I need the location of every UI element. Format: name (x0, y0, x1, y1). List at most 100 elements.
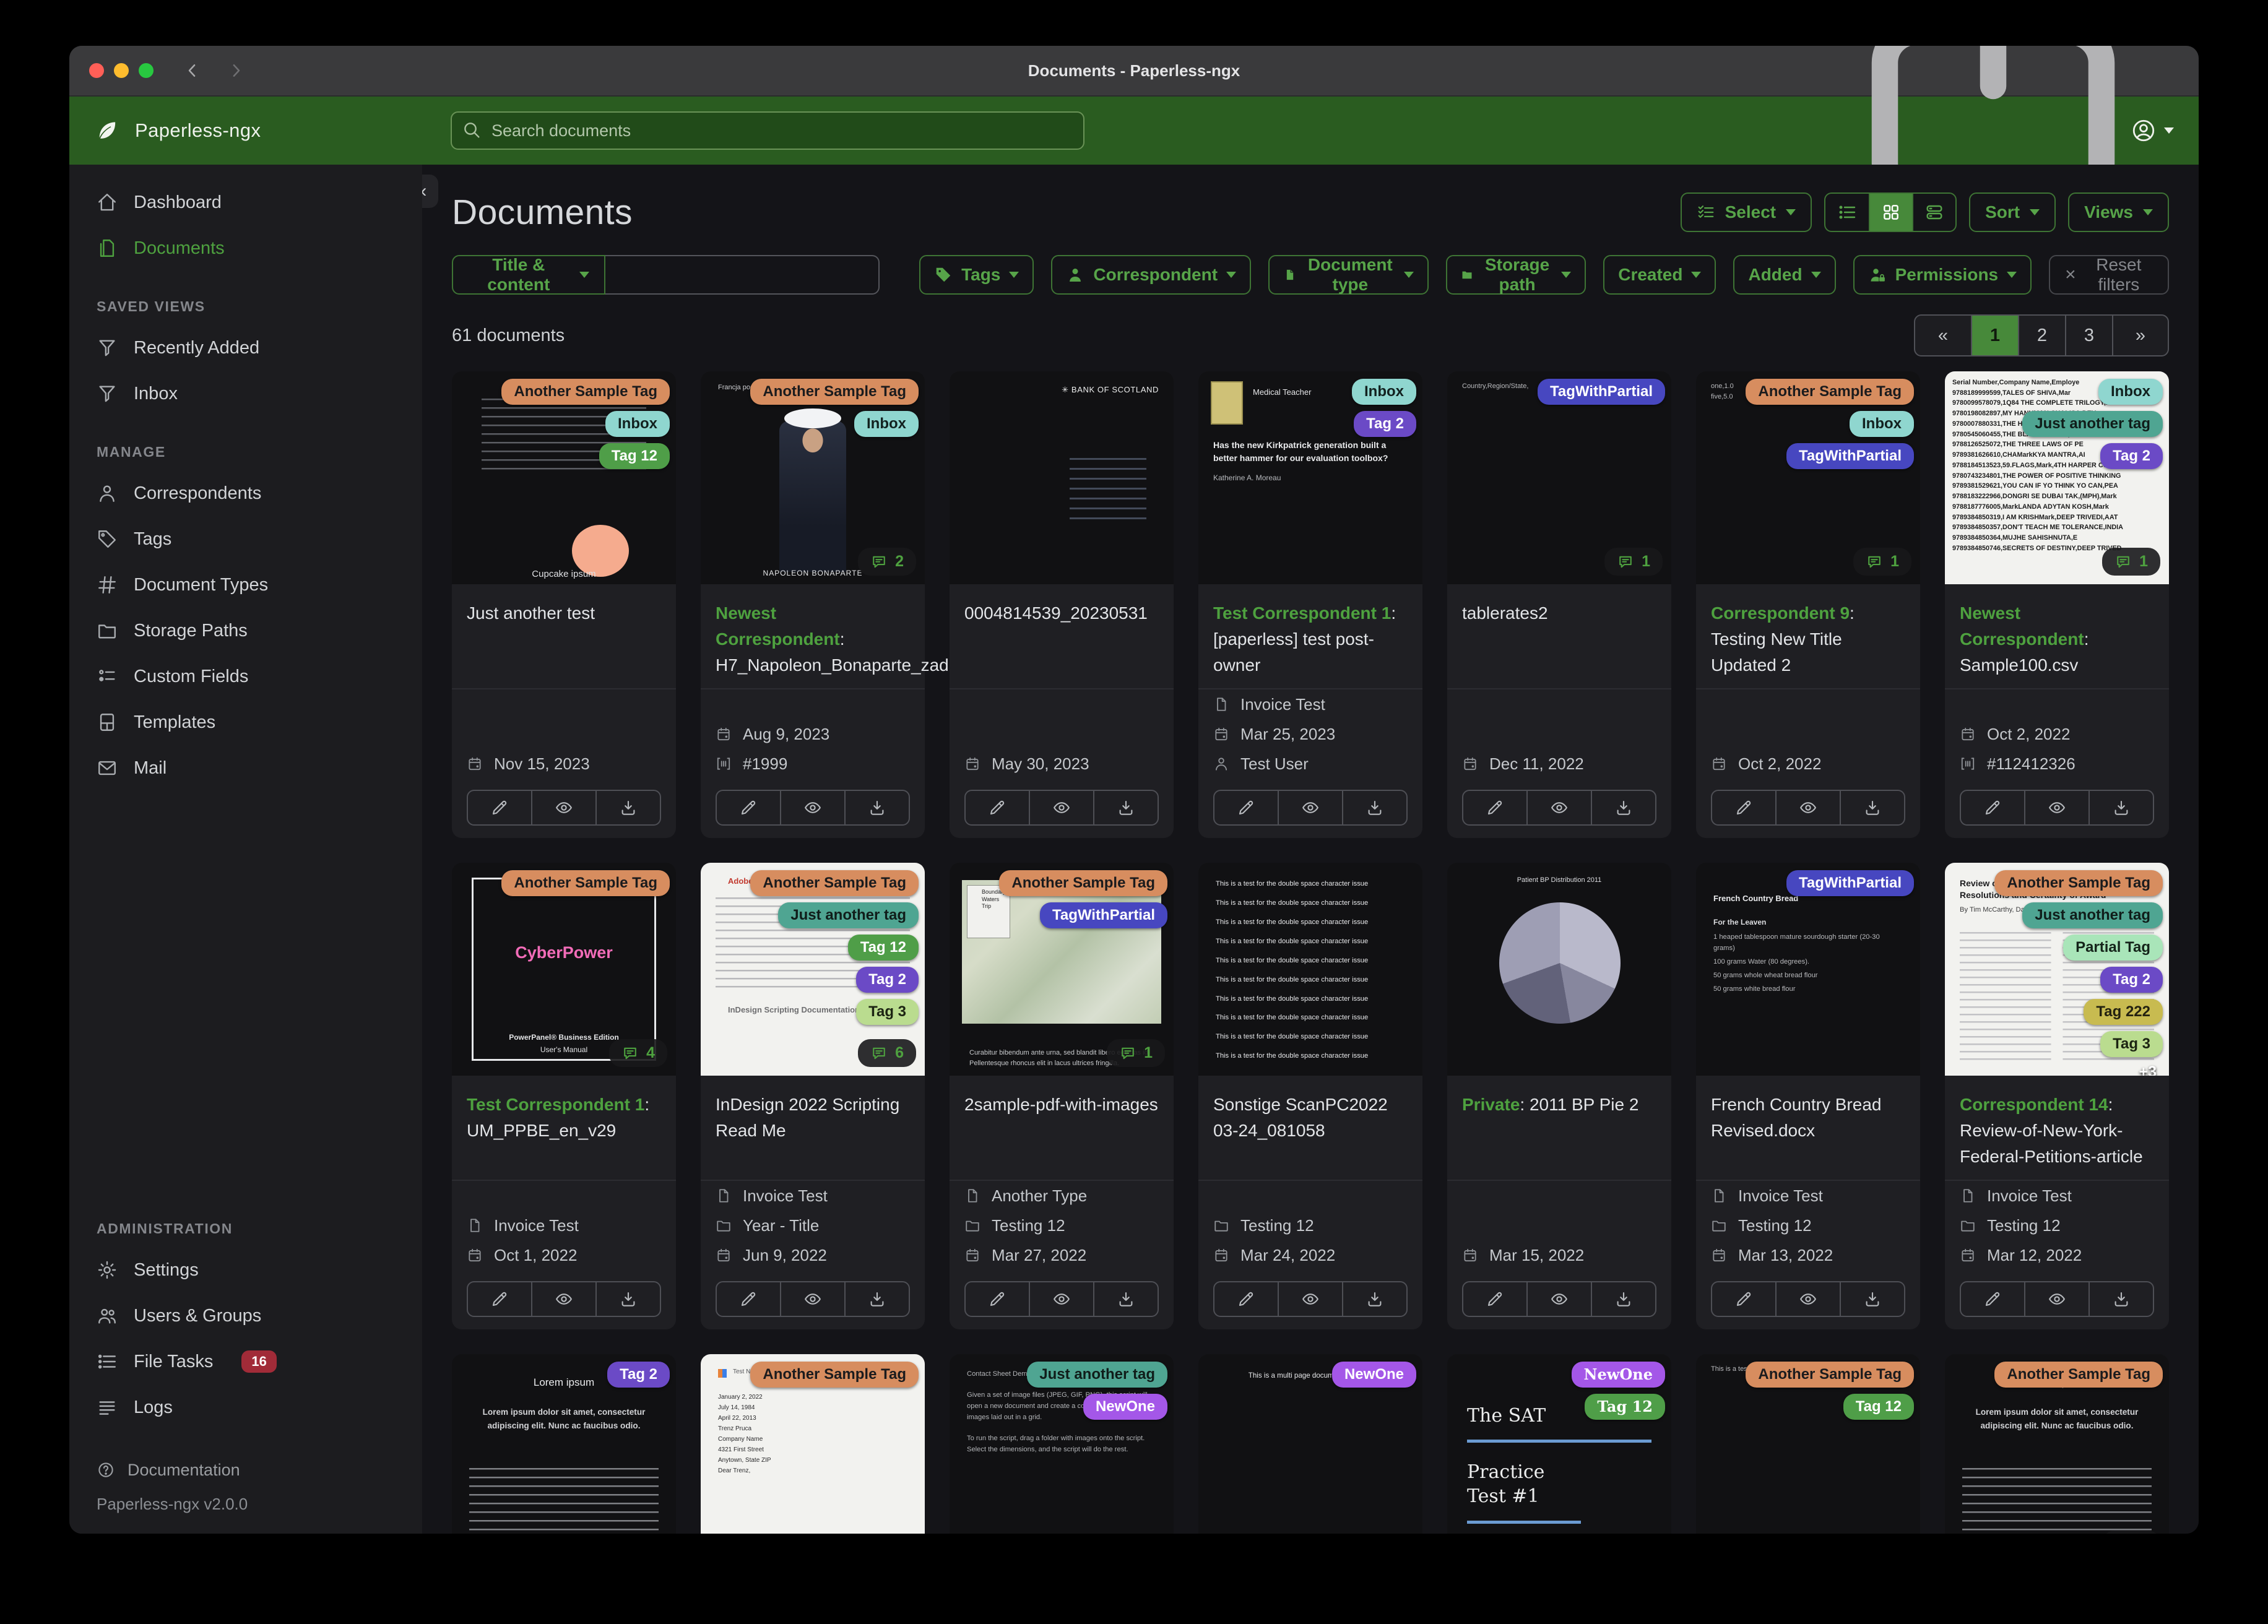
tag-badge[interactable]: Tag 2 (2100, 443, 2163, 469)
tag-badge[interactable]: Partial Tag (2063, 935, 2163, 961)
filter-added-button[interactable]: Added (1733, 255, 1836, 295)
tag-badge[interactable]: Inbox (2098, 379, 2163, 405)
tag-badge[interactable]: Just another tag (2022, 902, 2163, 928)
edit-button[interactable] (717, 1282, 780, 1316)
edit-button[interactable] (468, 791, 531, 824)
view-button[interactable] (1029, 791, 1093, 824)
sidebar-item-documents[interactable]: Documents (69, 225, 422, 271)
document-thumbnail[interactable]: Country,Region/State, TagWithPartial 1 (1447, 371, 1671, 584)
document-thumbnail[interactable]: Serial Number,Company Name,Employe 978818… (1945, 371, 2169, 584)
sidebar-item-inbox[interactable]: Inbox (69, 371, 422, 417)
tag-badge[interactable]: TagWithPartial (1786, 443, 1914, 469)
zoom-button[interactable] (139, 63, 154, 78)
tag-badge[interactable]: Another Sample Tag (1994, 870, 2163, 896)
tag-badge[interactable]: Tag 3 (2100, 1031, 2163, 1057)
tag-badge[interactable]: Another Sample Tag (501, 379, 670, 405)
pagination-page-3[interactable]: 3 (2065, 316, 2112, 355)
edit-button[interactable] (966, 1282, 1029, 1316)
comment-count-badge[interactable]: 1 (1853, 548, 1911, 576)
document-correspondent[interactable]: Private (1462, 1095, 1520, 1114)
forward-icon[interactable] (227, 61, 245, 80)
tag-badge[interactable]: Another Sample Tag (501, 870, 670, 896)
view-button[interactable] (2024, 791, 2088, 824)
document-thumbnail[interactable]: French Country Bread For the Leaven 1 heap… (1696, 863, 1920, 1076)
search-input[interactable] (451, 111, 1084, 150)
edit-button[interactable] (468, 1282, 531, 1316)
view-button[interactable] (780, 1282, 844, 1316)
download-button[interactable] (595, 791, 660, 824)
filter-tags-button[interactable]: Tags (919, 255, 1034, 295)
document-thumbnail[interactable]: Patient BP Distribution 2011 (1447, 863, 1671, 1076)
edit-button[interactable] (1961, 791, 2024, 824)
document-thumbnail[interactable]: Boundary Waters Trip Curabitur bibendum a… (950, 863, 1174, 1076)
download-button[interactable] (844, 791, 909, 824)
tag-badge[interactable]: Tag 2 (607, 1362, 670, 1388)
sidebar-item-document-types[interactable]: Document Types (69, 562, 422, 608)
tag-badge[interactable]: Tag 3 (856, 999, 919, 1025)
sidebar-item-settings[interactable]: Settings (69, 1247, 422, 1293)
download-button[interactable] (844, 1282, 909, 1316)
document-thumbnail[interactable]: Contact Sheet Demo Given a set of image f… (950, 1354, 1174, 1534)
grid-view-button[interactable] (1869, 194, 1913, 231)
close-button[interactable] (89, 63, 104, 78)
tag-badge[interactable]: TagWithPartial (1786, 870, 1914, 896)
edit-button[interactable] (1214, 791, 1278, 824)
document-thumbnail[interactable]: Lorem ipsumLorem ipsum dolor sit amet, c… (1945, 1354, 2169, 1534)
document-correspondent[interactable]: Newest Correspondent (1960, 603, 2084, 649)
detail-view-button[interactable] (1912, 194, 1955, 231)
download-button[interactable] (1591, 1282, 1655, 1316)
tag-badge[interactable]: NewOne (1331, 1362, 1416, 1388)
download-button[interactable] (1840, 791, 1904, 824)
document-correspondent[interactable]: Test Correspondent 1 (467, 1095, 644, 1114)
sidebar-collapse-button[interactable]: « (422, 175, 438, 208)
tag-badge[interactable]: Tag 2 (1354, 411, 1416, 437)
sidebar-item-documentation[interactable]: Documentation (69, 1448, 422, 1492)
edit-button[interactable] (1712, 791, 1775, 824)
document-thumbnail[interactable]: This is a test... Another Sample Tag Tag 1… (1696, 1354, 1920, 1534)
sidebar-item-file-tasks[interactable]: File Tasks 16 (69, 1339, 422, 1384)
tag-badge[interactable]: Inbox (605, 411, 670, 437)
tag-badge[interactable]: Tag 2 (2100, 967, 2163, 993)
tag-badge[interactable]: NewOne (1571, 1362, 1665, 1388)
edit-button[interactable] (1463, 791, 1526, 824)
view-button[interactable] (1029, 1282, 1093, 1316)
tag-badge[interactable]: Tag 12 (1585, 1394, 1665, 1420)
tag-badge[interactable]: Inbox (1850, 411, 1914, 437)
tag-badge[interactable]: Inbox (1352, 379, 1416, 405)
tag-badge[interactable]: Tag 2 (856, 967, 919, 993)
sidebar-item-mail[interactable]: Mail (69, 745, 422, 791)
document-thumbnail[interactable]: The SATPractice Test #1Make time to take… (1447, 1354, 1671, 1534)
document-thumbnail[interactable]: Adobe InDesign 2022 Scripting Read MeInD… (701, 863, 925, 1076)
sidebar-item-storage-paths[interactable]: Storage Paths (69, 608, 422, 654)
tag-badge[interactable]: Another Sample Tag (999, 870, 1167, 896)
sidebar-item-users-groups[interactable]: Users & Groups (69, 1293, 422, 1339)
tag-badge[interactable]: Just another tag (778, 902, 919, 928)
document-thumbnail[interactable]: CyberPower PowerPanel® Business Edition Us… (452, 863, 676, 1076)
document-thumbnail[interactable]: Adobe Acrobat PDF FilesCupcake ipsumAnot… (452, 371, 676, 584)
comment-count-badge[interactable]: 1 (1604, 548, 1663, 576)
comment-count-badge[interactable]: 6 (858, 1039, 916, 1067)
document-thumbnail[interactable]: This is a multi page document. Page 1. Ne… (1198, 1354, 1422, 1534)
reset-filters-button[interactable]: × Reset filters (2049, 255, 2169, 295)
view-button[interactable] (780, 791, 844, 824)
download-button[interactable] (2088, 791, 2153, 824)
sidebar-item-correspondents[interactable]: Correspondents (69, 470, 422, 516)
view-button[interactable] (2024, 1282, 2088, 1316)
sidebar-item-recently-added[interactable]: Recently Added (69, 325, 422, 371)
view-button[interactable] (1775, 791, 1840, 824)
tag-badge[interactable]: Just another tag (2022, 411, 2163, 437)
tag-badge[interactable]: Another Sample Tag (1746, 379, 1914, 405)
document-correspondent[interactable]: Correspondent 9 (1711, 603, 1850, 623)
tag-badge[interactable]: Another Sample Tag (1994, 1362, 2163, 1388)
tag-badge[interactable]: Another Sample Tag (750, 870, 919, 896)
sidebar-item-logs[interactable]: Logs (69, 1384, 422, 1430)
download-button[interactable] (1093, 1282, 1158, 1316)
filter-permissions-button[interactable]: Permissions (1853, 255, 2032, 295)
filter-document-type-button[interactable]: Document type (1268, 255, 1429, 295)
document-correspondent[interactable]: Test Correspondent 1 (1213, 603, 1391, 623)
sort-button[interactable]: Sort (1969, 192, 2056, 232)
document-correspondent[interactable]: Correspondent 14 (1960, 1095, 2108, 1114)
views-button[interactable]: Views (2068, 192, 2169, 232)
edit-button[interactable] (1712, 1282, 1775, 1316)
document-thumbnail[interactable]: Francja pod r... NAPOLEON BONAPARTE Anothe… (701, 371, 925, 584)
